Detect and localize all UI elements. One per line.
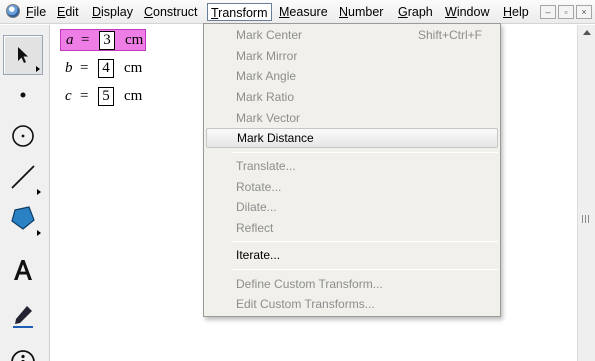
parameter-name: b (65, 60, 73, 76)
minimize-button[interactable]: – (540, 5, 556, 19)
marker-tool[interactable] (3, 296, 43, 336)
parameter-unit: cm (124, 60, 143, 76)
app-icon[interactable] (6, 4, 20, 18)
arrow-select-icon (18, 47, 28, 63)
menu-item-mark-angle[interactable]: Mark Angle (204, 66, 500, 86)
parameter-unit: cm (125, 32, 144, 48)
menu-item-mark-center[interactable]: Mark Center Shift+Ctrl+F (204, 25, 500, 45)
arrow-select-tool[interactable] (3, 35, 43, 75)
menu-item-reflect[interactable]: Reflect (204, 218, 500, 238)
menu-item-mark-mirror[interactable]: Mark Mirror (204, 46, 500, 66)
point-icon (20, 92, 26, 98)
text-icon (14, 260, 32, 280)
equals-sign: = (80, 88, 89, 104)
menu-edit[interactable]: Edit (54, 3, 82, 21)
menu-item-edit-custom-transforms[interactable]: Edit Custom Transforms... (204, 294, 500, 314)
menu-file[interactable]: File (23, 3, 49, 21)
equals-sign: = (81, 32, 90, 48)
menu-help[interactable]: Help (500, 3, 532, 21)
parameter-c[interactable]: c = 5 cm (60, 86, 146, 108)
transform-menu: Mark Center Shift+Ctrl+F Mark Mirror Mar… (203, 23, 501, 317)
menu-display[interactable]: Display (89, 3, 136, 21)
parameter-name: c (65, 88, 72, 104)
tool-submenu-indicator (37, 189, 41, 195)
menu-item-dilate[interactable]: Dilate... (204, 197, 500, 217)
menu-construct[interactable]: Construct (141, 3, 201, 21)
point-tool[interactable] (3, 75, 43, 115)
menu-item-define-custom-transform[interactable]: Define Custom Transform... (204, 274, 500, 294)
polygon-tool[interactable] (3, 198, 43, 238)
compass-icon (12, 125, 34, 147)
parameter-name: a (66, 32, 74, 48)
menu-separator (232, 152, 498, 153)
menu-item-translate[interactable]: Translate... (204, 156, 500, 176)
parameter-value[interactable]: 4 (98, 59, 114, 78)
menu-window[interactable]: Window (442, 3, 492, 21)
menu-graph[interactable]: Graph (395, 3, 436, 21)
tool-submenu-indicator (36, 66, 40, 72)
parameter-value[interactable]: 3 (99, 31, 115, 50)
menu-item-mark-vector[interactable]: Mark Vector (204, 108, 500, 128)
menu-item-shortcut: Shift+Ctrl+F (417, 28, 482, 42)
parameter-b[interactable]: b = 4 cm (60, 58, 146, 80)
menu-item-iterate[interactable]: Iterate... (204, 245, 500, 265)
scroll-grip-icon[interactable] (582, 215, 591, 223)
equals-sign: = (80, 60, 89, 76)
parameter-a[interactable]: a = 3 cm (60, 29, 146, 51)
marker-icon (13, 306, 33, 328)
menu-number[interactable]: Number (336, 3, 386, 21)
menu-separator (232, 269, 498, 270)
vertical-scrollbar[interactable] (577, 25, 595, 361)
menu-item-label: Mark Center (236, 28, 303, 42)
scroll-up-icon[interactable] (583, 30, 591, 35)
restore-button[interactable]: ▫ (558, 5, 574, 19)
close-button[interactable]: × (576, 5, 592, 19)
toolbox (0, 25, 50, 361)
polygon-icon (11, 206, 35, 230)
tool-submenu-indicator (37, 230, 41, 236)
parameter-value[interactable]: 5 (98, 87, 114, 106)
menu-transform[interactable]: Transform (207, 3, 272, 21)
parameter-unit: cm (124, 88, 143, 104)
menu-bar: File Edit Display Construct Transform Me… (0, 0, 595, 24)
menu-item-mark-ratio[interactable]: Mark Ratio (204, 87, 500, 107)
information-tool[interactable] (3, 339, 43, 361)
straightedge-icon (11, 165, 35, 189)
text-tool[interactable] (3, 250, 43, 290)
menu-item-mark-distance[interactable]: Mark Distance (206, 128, 498, 148)
menu-separator (232, 241, 498, 242)
compass-tool[interactable] (3, 116, 43, 156)
menu-measure[interactable]: Measure (276, 3, 331, 21)
menu-item-rotate[interactable]: Rotate... (204, 177, 500, 197)
information-icon (11, 350, 35, 361)
straightedge-tool[interactable] (3, 157, 43, 197)
